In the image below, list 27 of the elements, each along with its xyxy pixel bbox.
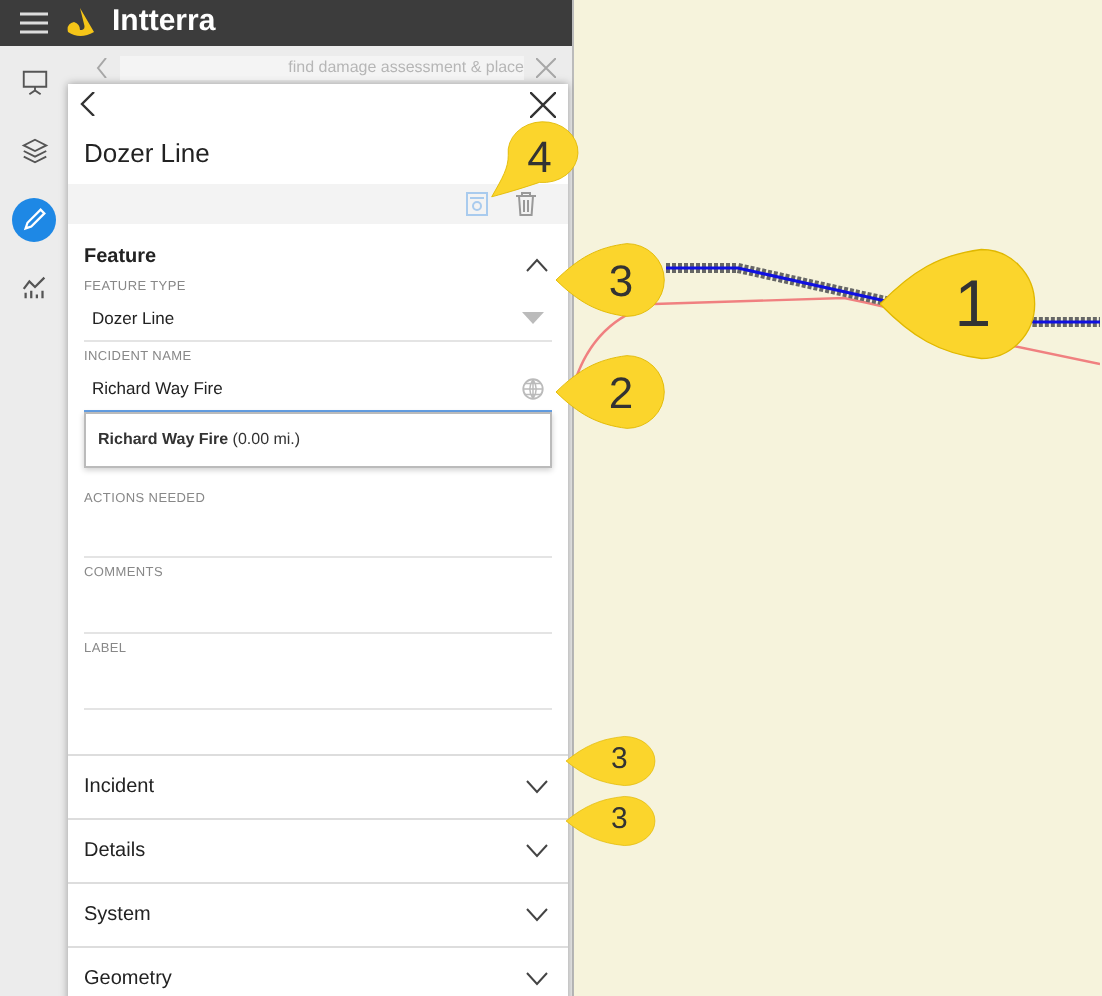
expand-icon[interactable] bbox=[526, 971, 548, 986]
app-title: Intterra bbox=[112, 2, 216, 42]
section-header[interactable]: System bbox=[68, 883, 568, 946]
callout-marker: 3 bbox=[556, 240, 668, 320]
expand-icon[interactable] bbox=[526, 907, 548, 922]
trash-icon[interactable] bbox=[516, 192, 536, 216]
menu-icon[interactable] bbox=[20, 11, 48, 34]
select-field[interactable]: Dozer Line bbox=[84, 297, 552, 342]
section-header[interactable]: Details bbox=[68, 819, 568, 882]
panel-title: Dozer Line bbox=[82, 135, 212, 171]
callout-marker: 4 bbox=[488, 120, 580, 200]
back-icon[interactable] bbox=[80, 92, 96, 116]
search-field[interactable]: find damage assessment & place bbox=[120, 55, 524, 79]
expand-icon[interactable] bbox=[526, 843, 548, 858]
collapse-icon[interactable] bbox=[526, 258, 548, 272]
callout-marker: 2 bbox=[556, 352, 668, 432]
close-icon[interactable] bbox=[530, 91, 556, 117]
callout-marker: 3 bbox=[566, 794, 658, 848]
input-field[interactable]: Richard Way Fire bbox=[84, 367, 552, 411]
logo-icon bbox=[64, 6, 96, 39]
suggestion-item[interactable]: Richard Way Fire (0.00 mi.) bbox=[84, 411, 552, 467]
callout-marker: 1 bbox=[880, 244, 1040, 364]
section-header[interactable]: Incident bbox=[68, 755, 568, 818]
section-header[interactable]: Geometry bbox=[68, 947, 568, 996]
pencil-icon[interactable] bbox=[12, 197, 56, 241]
callout-marker: 3 bbox=[566, 734, 658, 788]
expand-icon[interactable] bbox=[526, 779, 548, 794]
